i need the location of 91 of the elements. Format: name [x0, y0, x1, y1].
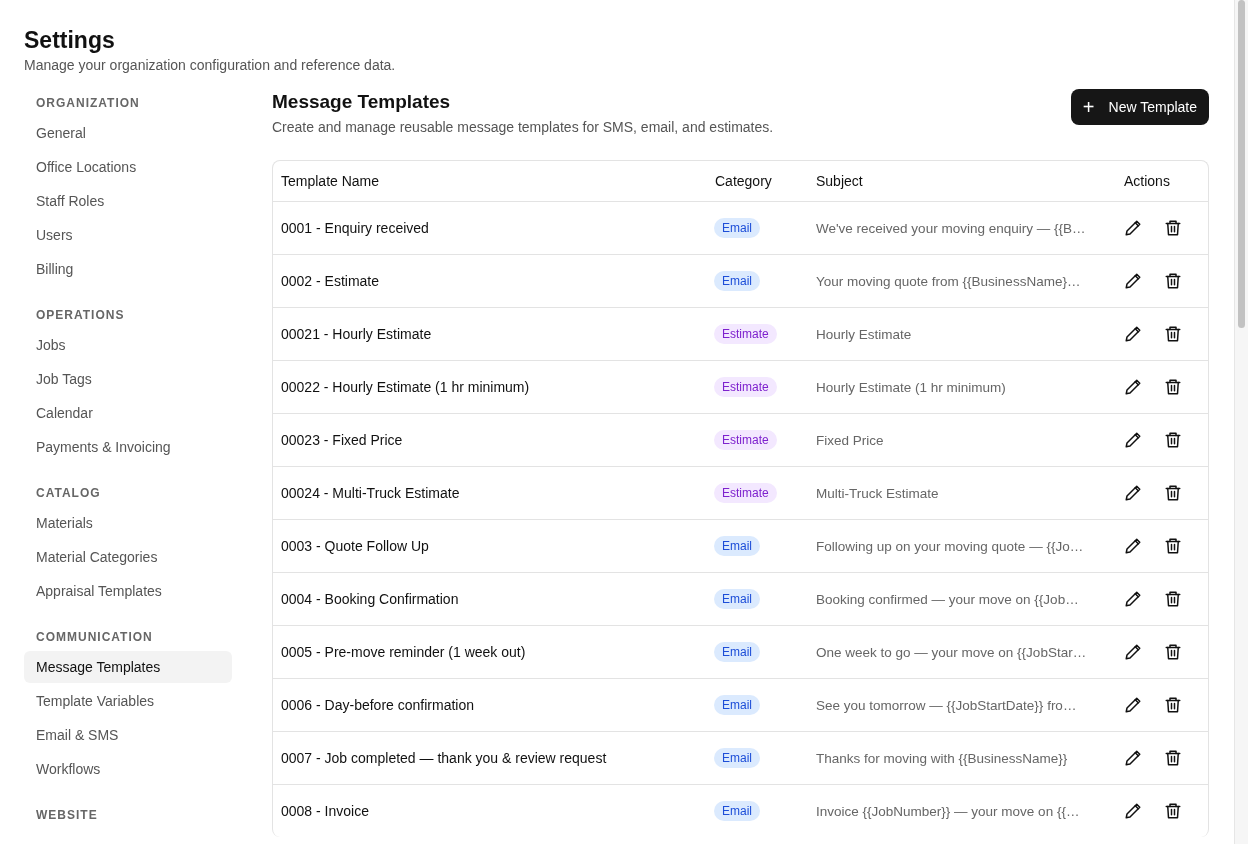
- section-heading: ORGANIZATION: [35, 95, 141, 111]
- template-name: 00021 - Hourly Estimate: [280, 326, 433, 342]
- column-header: Category: [715, 173, 773, 189]
- category-badge: Email: [714, 536, 760, 556]
- edit-icon[interactable]: [1124, 643, 1142, 661]
- subject-text: Hourly Estimate: [816, 326, 913, 342]
- delete-icon[interactable]: [1164, 802, 1182, 820]
- sidebar-item[interactable]: Staff Roles: [24, 185, 232, 217]
- sidebar-item[interactable]: Template Variables: [24, 685, 232, 717]
- template-name: 00022 - Hourly Estimate (1 hr minimum): [280, 379, 531, 395]
- sidebar-item[interactable]: Calendar: [24, 397, 232, 429]
- subject-text: Fixed Price: [816, 432, 885, 448]
- delete-icon[interactable]: [1164, 696, 1182, 714]
- section-description: Create and manage reusable message templates for SMS, email, and estimates.: [272, 119, 774, 135]
- section-title: Message Templates: [272, 90, 452, 114]
- subject-text: Following up on your moving quote — {{Jo…: [816, 538, 1085, 554]
- template-name: 0004 - Booking Confirmation: [280, 591, 460, 607]
- sidebar-item[interactable]: Jobs: [24, 329, 232, 361]
- category-badge: Estimate: [714, 483, 777, 503]
- edit-icon[interactable]: [1124, 431, 1142, 449]
- category-badge: Estimate: [714, 324, 777, 344]
- edit-icon[interactable]: [1124, 484, 1142, 502]
- edit-icon[interactable]: [1124, 219, 1142, 237]
- section-heading: CATALOG: [35, 485, 102, 501]
- sidebar-item[interactable]: Job Tags: [24, 363, 232, 395]
- subject-text: Invoice {{JobNumber}} — your move on {{…: [816, 803, 1081, 819]
- edit-icon[interactable]: [1124, 537, 1142, 555]
- edit-icon[interactable]: [1124, 378, 1142, 396]
- subject-text: Multi-Truck Estimate: [816, 485, 940, 501]
- sidebar-item[interactable]: Email & SMS: [24, 719, 232, 751]
- sidebar-item[interactable]: Users: [24, 219, 232, 251]
- category-badge: Email: [714, 642, 760, 662]
- subject-text: Booking confirmed — your move on {{Job…: [816, 591, 1080, 607]
- sidebar-item[interactable]: General: [24, 117, 232, 149]
- delete-icon[interactable]: [1164, 643, 1182, 661]
- delete-icon[interactable]: [1164, 219, 1182, 237]
- scrollbar-drawing[interactable]: [1234, 0, 1248, 844]
- section-heading: OPERATIONS: [35, 307, 126, 323]
- sidebar-item[interactable]: Message Templates: [24, 651, 232, 683]
- new-template-button[interactable]: + New Template: [1070, 89, 1209, 125]
- template-name: 0008 - Invoice: [280, 803, 370, 819]
- edit-icon[interactable]: [1124, 802, 1142, 820]
- sidebar-item[interactable]: Materials: [24, 507, 232, 539]
- edit-icon[interactable]: [1124, 590, 1142, 608]
- delete-icon[interactable]: [1164, 378, 1182, 396]
- sidebar-item[interactable]: Material Categories: [24, 541, 232, 573]
- edit-icon[interactable]: [1124, 272, 1142, 290]
- subject-text: See you tomorrow — {{JobStartDate}} fro…: [816, 697, 1078, 713]
- category-badge: Email: [714, 695, 760, 715]
- template-name: 0005 - Pre-move reminder (1 week out): [280, 644, 527, 660]
- category-badge: Estimate: [714, 377, 777, 397]
- column-header: Template Name: [280, 173, 381, 189]
- sidebar-item[interactable]: Workflows: [24, 753, 232, 785]
- category-badge: Email: [714, 218, 760, 238]
- template-name: 0001 - Enquiry received: [280, 220, 430, 236]
- sidebar-item[interactable]: Billing: [24, 253, 232, 285]
- page-subtitle: Manage your organization configuration and reference data.: [24, 57, 397, 73]
- category-badge: Email: [714, 271, 760, 291]
- page-title: Settings: [24, 26, 116, 54]
- category-badge: Estimate: [714, 430, 777, 450]
- delete-icon[interactable]: [1164, 590, 1182, 608]
- sidebar-item[interactable]: Appraisal Templates: [24, 575, 232, 607]
- template-name: 0003 - Quote Follow Up: [280, 538, 430, 554]
- subject-text: One week to go — your move on {{JobStar…: [816, 644, 1088, 660]
- template-name: 0007 - Job completed — thank you & review request: [280, 750, 608, 766]
- template-name: 00023 - Fixed Price: [280, 432, 404, 448]
- column-header: Actions: [1123, 173, 1171, 189]
- delete-icon[interactable]: [1164, 325, 1182, 343]
- sidebar-item[interactable]: Office Locations: [24, 151, 232, 183]
- subject-text: We've received your moving enquiry — {{B…: [816, 220, 1087, 236]
- subject-text: Your moving quote from {{BusinessName}…: [816, 273, 1082, 289]
- sidebar-item[interactable]: Payments & Invoicing: [24, 431, 232, 463]
- section-heading: COMMUNICATION: [35, 629, 154, 645]
- delete-icon[interactable]: [1164, 431, 1182, 449]
- edit-icon[interactable]: [1124, 749, 1142, 767]
- delete-icon[interactable]: [1164, 484, 1182, 502]
- column-header: Subject: [816, 173, 864, 189]
- template-name: 0002 - Estimate: [280, 273, 381, 289]
- delete-icon[interactable]: [1164, 537, 1182, 555]
- category-badge: Email: [714, 801, 760, 821]
- delete-icon[interactable]: [1164, 272, 1182, 290]
- edit-icon[interactable]: [1124, 325, 1142, 343]
- template-name: 0006 - Day-before confirmation: [280, 697, 475, 713]
- subject-text: Hourly Estimate (1 hr minimum): [816, 379, 1007, 395]
- category-badge: Email: [714, 589, 760, 609]
- section-heading: WEBSITE: [35, 807, 99, 823]
- edit-icon[interactable]: [1124, 696, 1142, 714]
- delete-icon[interactable]: [1164, 749, 1182, 767]
- subject-text: Thanks for moving with {{BusinessName}}: [816, 750, 1069, 766]
- template-name: 00024 - Multi-Truck Estimate: [280, 485, 461, 501]
- category-badge: Email: [714, 748, 760, 768]
